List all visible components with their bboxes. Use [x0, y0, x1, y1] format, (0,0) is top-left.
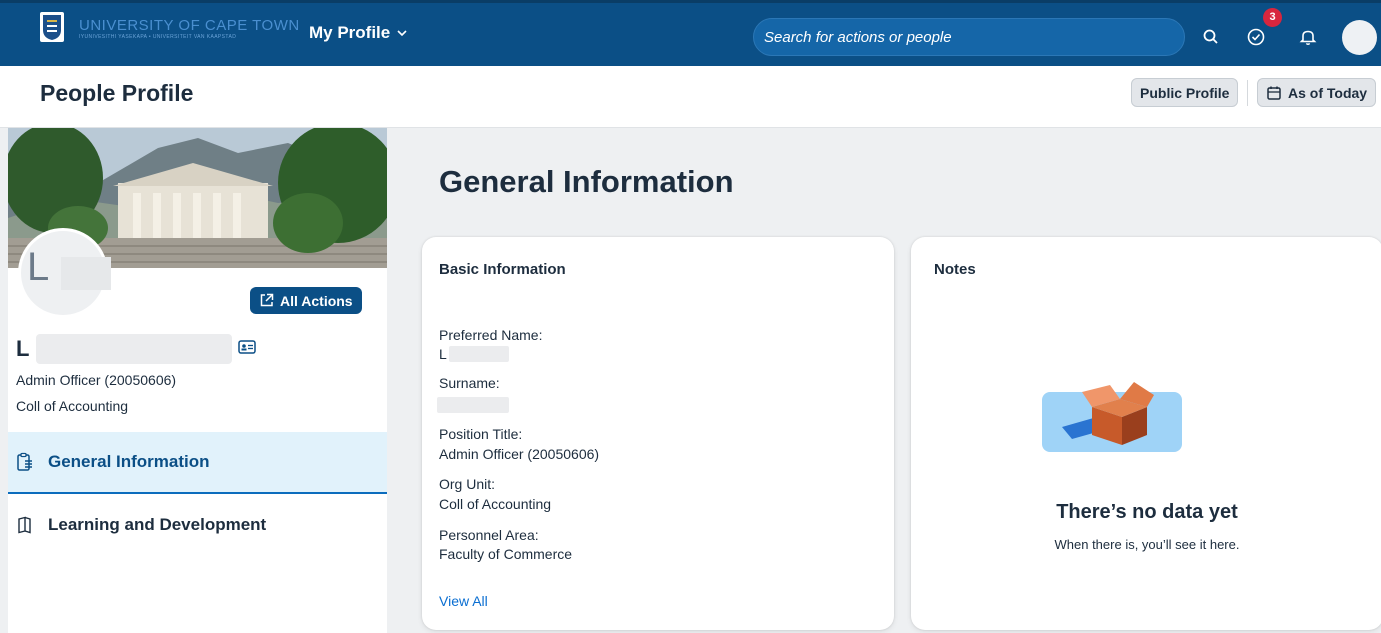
- org-unit-label: Org Unit:: [439, 476, 496, 492]
- external-action-icon: [260, 293, 274, 307]
- surname-redaction: [437, 397, 509, 413]
- all-actions-button[interactable]: All Actions: [250, 287, 362, 314]
- page-title: People Profile: [40, 80, 194, 106]
- nav-item-general-information[interactable]: General Information: [8, 432, 387, 494]
- profile-side-panel: L All Actions L Admin Officer (20050606)…: [0, 128, 387, 633]
- empty-state-subtitle: When there is, you’ll see it here.: [1054, 537, 1240, 552]
- notes-card: Notes There’s no data yet When there is,…: [911, 237, 1381, 630]
- basic-information-title: Basic Information: [439, 261, 566, 278]
- org-unit-value: Coll of Accounting: [439, 496, 552, 512]
- employee-position: Admin Officer (20050606): [16, 372, 177, 388]
- search-placeholder: Search for actions or people: [764, 29, 952, 46]
- avatar-redaction: [61, 257, 111, 290]
- app-menu-button[interactable]: My Profile: [309, 23, 408, 43]
- position-title-label: Position Title:: [439, 426, 523, 442]
- basic-information-card: Basic Information Preferred Name: L Surn…: [422, 237, 894, 630]
- empty-state-title: There’s no data yet: [1056, 501, 1238, 523]
- profile-avatar: L: [18, 228, 111, 318]
- chevron-down-icon: [397, 30, 407, 37]
- bell-icon[interactable]: [1298, 27, 1318, 47]
- as-of-today-button[interactable]: As of Today: [1257, 78, 1377, 107]
- notes-title: Notes: [934, 261, 976, 278]
- tasks-badge: 3: [1263, 8, 1282, 27]
- employee-org-unit: Coll of Accounting: [16, 398, 129, 414]
- business-card-icon[interactable]: [238, 340, 256, 354]
- toolbar-divider: [1247, 80, 1248, 106]
- search-input[interactable]: Search for actions or people: [753, 18, 1185, 56]
- view-all-link[interactable]: View All: [439, 593, 488, 609]
- as-of-today-label: As of Today: [1288, 84, 1368, 101]
- nav-item-label: General Information: [48, 452, 210, 471]
- university-subtitle: IYUNIVESITHI YASEKAPA • UNIVERSITEIT VAN…: [79, 34, 237, 40]
- personnel-area-label: Personnel Area:: [439, 527, 539, 543]
- section-title: General Information: [439, 164, 734, 199]
- clipboard-list-icon: [17, 452, 32, 471]
- personnel-area-value: Faculty of Commerce: [439, 546, 573, 562]
- nav-item-learning-and-development[interactable]: Learning and Development: [8, 494, 387, 556]
- university-logo-icon[interactable]: [40, 12, 64, 42]
- user-avatar[interactable]: [1342, 20, 1377, 55]
- employee-name: L: [16, 336, 30, 361]
- position-title-value: Admin Officer (20050606): [439, 446, 600, 462]
- public-profile-button[interactable]: Public Profile: [1131, 78, 1239, 107]
- app-menu-label: My Profile: [309, 23, 391, 42]
- book-icon: [18, 516, 31, 534]
- empty-box-illustration: [1042, 382, 1182, 452]
- all-actions-label: All Actions: [280, 292, 353, 309]
- nav-item-label: Learning and Development: [48, 515, 267, 534]
- university-name: UNIVERSITY OF CAPE TOWN: [79, 17, 300, 34]
- search-icon[interactable]: [1201, 27, 1221, 47]
- shell-header: UNIVERSITY OF CAPE TOWN IYUNIVESITHI YAS…: [0, 0, 1381, 66]
- name-redaction: [36, 334, 232, 364]
- preferred-name-value: L: [439, 346, 447, 362]
- tasks-icon[interactable]: [1246, 27, 1266, 47]
- preferred-name-label: Preferred Name:: [439, 327, 543, 343]
- page-title-bar: People Profile Public Profile As of Toda…: [0, 66, 1381, 128]
- calendar-icon: [1267, 86, 1281, 100]
- preferred-name-redaction: [449, 346, 509, 362]
- public-profile-label: Public Profile: [1140, 84, 1230, 101]
- avatar-initial: L: [27, 245, 50, 289]
- surname-label: Surname:: [439, 375, 500, 391]
